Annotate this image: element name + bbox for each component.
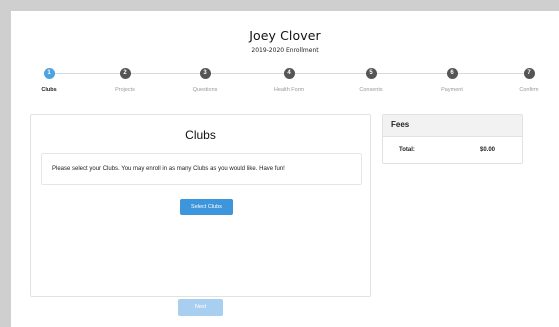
step-health-form[interactable]: 4 Health Form xyxy=(259,68,319,93)
fees-panel: Fees Total: $0.00 xyxy=(382,114,523,164)
fees-total-value: $0.00 xyxy=(480,147,496,153)
step-number-badge: 3 xyxy=(199,68,211,79)
page-header: Joey Clover 2019-2020 Enrollment xyxy=(11,28,559,54)
step-number-badge: 7 xyxy=(523,68,535,79)
enrollment-stepper: 1 Clubs 2 Projects 3 Questions 4 Health … xyxy=(11,68,559,108)
enrollment-page: Joey Clover 2019-2020 Enrollment 1 Clubs… xyxy=(11,11,559,327)
step-confirm[interactable]: 7 Confirm xyxy=(499,68,559,93)
clubs-title: Clubs xyxy=(185,128,216,142)
step-questions[interactable]: 3 Questions xyxy=(175,68,235,93)
step-clubs[interactable]: 1 Clubs xyxy=(19,68,79,93)
step-number-badge: 2 xyxy=(119,68,131,79)
step-consents[interactable]: 5 Consents xyxy=(341,68,401,93)
step-label: Projects xyxy=(115,87,135,93)
step-number-badge: 1 xyxy=(43,68,55,79)
step-payment[interactable]: 6 Payment xyxy=(422,68,482,93)
enrollment-title: 2019-2020 Enrollment xyxy=(251,47,319,54)
fees-title: Fees xyxy=(383,115,522,137)
student-name: Joey Clover xyxy=(249,28,321,43)
fees-total-row: Total: $0.00 xyxy=(383,137,522,164)
step-projects[interactable]: 2 Projects xyxy=(95,68,155,93)
step-number-badge: 5 xyxy=(365,68,377,79)
step-label: Confirm xyxy=(519,87,539,93)
step-label: Questions xyxy=(192,87,218,93)
clubs-panel: Clubs Please select your Clubs. You may … xyxy=(30,114,371,297)
step-label: Clubs xyxy=(41,87,57,93)
clubs-instructions-box: Please select your Clubs. You may enroll… xyxy=(41,153,362,185)
next-button[interactable]: Next xyxy=(178,299,223,316)
step-number-badge: 4 xyxy=(283,68,295,79)
fees-total-label: Total: xyxy=(399,147,415,153)
step-number-badge: 6 xyxy=(446,68,458,79)
step-label: Consents xyxy=(359,87,383,93)
step-label: Health Form xyxy=(273,87,305,93)
clubs-instructions-text: Please select your Clubs. You may enroll… xyxy=(52,166,285,172)
step-label: Payment xyxy=(441,87,463,93)
select-clubs-button[interactable]: Select Clubs xyxy=(180,199,233,215)
